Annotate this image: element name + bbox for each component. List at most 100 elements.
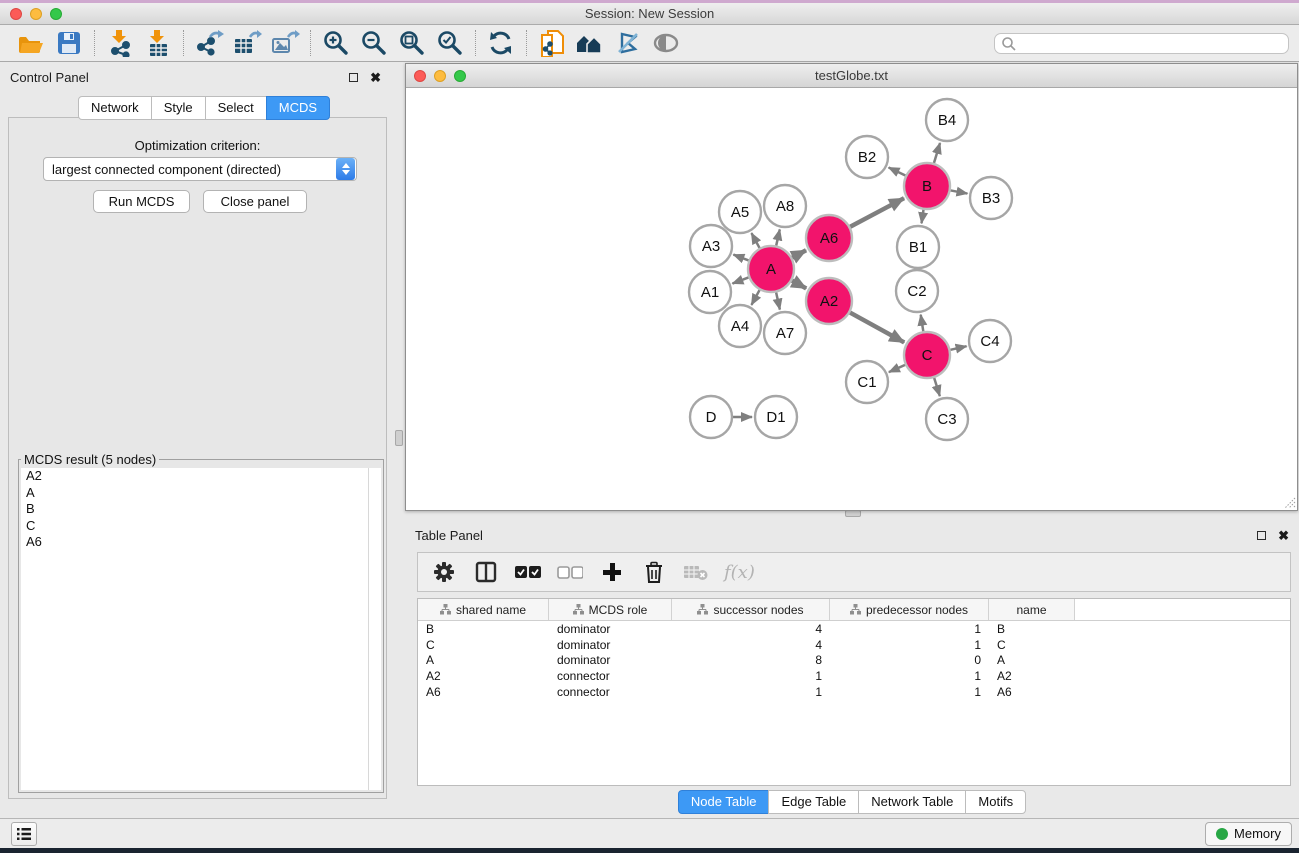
add-column-button[interactable] xyxy=(598,558,626,586)
graph-node-A6[interactable]: A6 xyxy=(806,215,852,261)
select-all-columns-button[interactable] xyxy=(514,558,542,586)
zoom-in-button[interactable] xyxy=(317,27,355,59)
graph-node-D1[interactable]: D1 xyxy=(755,396,797,438)
table-row[interactable]: A2connector11A2 xyxy=(418,668,1290,684)
resize-grip-icon[interactable] xyxy=(1284,497,1296,509)
tab-edge-table[interactable]: Edge Table xyxy=(768,790,859,814)
graph-node-B4[interactable]: B4 xyxy=(926,99,968,141)
graph-node-C[interactable]: C xyxy=(904,332,950,378)
tab-motifs[interactable]: Motifs xyxy=(965,790,1026,814)
hide-selected-button[interactable] xyxy=(609,27,647,59)
tab-node-table[interactable]: Node Table xyxy=(678,790,770,814)
close-table-panel-icon[interactable]: ✖ xyxy=(1278,531,1289,540)
export-table-button[interactable] xyxy=(228,27,266,59)
delete-table-button[interactable] xyxy=(682,558,710,586)
graph-edge-B-B3[interactable] xyxy=(951,190,968,193)
close-panel-icon[interactable]: ✖ xyxy=(370,73,381,82)
graph-edge-A-A5[interactable] xyxy=(751,233,759,248)
graph-node-B2[interactable]: B2 xyxy=(846,136,888,178)
float-table-panel-icon[interactable] xyxy=(1257,531,1266,540)
graph-node-A[interactable]: A xyxy=(748,246,794,292)
graph-edge-A2-C[interactable] xyxy=(850,313,904,343)
function-builder-button[interactable]: f(x) xyxy=(724,558,755,586)
graph-node-C1[interactable]: C1 xyxy=(846,361,888,403)
criterion-dropdown[interactable]: largest connected component (directed) xyxy=(43,157,357,181)
graph-node-C2[interactable]: C2 xyxy=(896,270,938,312)
column-header-shared-name[interactable]: shared name xyxy=(418,599,549,620)
import-network-button[interactable] xyxy=(101,27,139,59)
mcds-result-item[interactable]: B xyxy=(21,501,381,518)
tab-select[interactable]: Select xyxy=(205,96,267,120)
graph-node-B[interactable]: B xyxy=(904,163,950,209)
tab-mcds[interactable]: MCDS xyxy=(266,96,330,120)
mcds-result-item[interactable]: A2 xyxy=(21,468,381,485)
graph-edge-B-B2[interactable] xyxy=(889,167,906,175)
graph-edge-A6-B[interactable] xyxy=(850,198,904,227)
graph-edge-A-A3[interactable] xyxy=(733,255,748,261)
graph-edge-C-C3[interactable] xyxy=(934,378,940,396)
column-header-name[interactable]: name xyxy=(989,599,1075,620)
graph-node-B3[interactable]: B3 xyxy=(970,177,1012,219)
table-row[interactable]: Bdominator41B xyxy=(418,621,1290,637)
table-settings-button[interactable] xyxy=(430,558,458,586)
graph-node-A3[interactable]: A3 xyxy=(690,225,732,267)
deselect-all-columns-button[interactable] xyxy=(556,558,584,586)
zoom-out-button[interactable] xyxy=(355,27,393,59)
float-panel-icon[interactable] xyxy=(349,73,358,82)
graph-edge-B-B1[interactable] xyxy=(922,210,924,224)
graph-edge-B-B4[interactable] xyxy=(934,143,940,163)
tab-network[interactable]: Network xyxy=(78,96,152,120)
export-network-button[interactable] xyxy=(190,27,228,59)
column-header-predecessor-nodes[interactable]: predecessor nodes xyxy=(830,599,989,620)
close-panel-button[interactable]: Close panel xyxy=(203,190,307,213)
graph-node-C4[interactable]: C4 xyxy=(969,320,1011,362)
graph-node-A7[interactable]: A7 xyxy=(764,312,806,354)
graph-edge-C-C1[interactable] xyxy=(889,365,905,372)
tab-style[interactable]: Style xyxy=(151,96,206,120)
graph-node-A5[interactable]: A5 xyxy=(719,191,761,233)
list-scrollbar[interactable] xyxy=(368,468,381,790)
graph-edge-A-A7[interactable] xyxy=(776,292,780,309)
network-canvas[interactable]: B4 B2 B B3 A8A5 A6 A3 B1 A C2 A1 A2 A4A7 C4 C C1 D D1 C3 xyxy=(406,88,1297,510)
table-row[interactable]: Adominator80A xyxy=(418,653,1290,669)
graph-edge-A-A2[interactable] xyxy=(792,281,806,289)
graph-edge-C-C4[interactable] xyxy=(950,346,966,350)
graph-edge-C-C2[interactable] xyxy=(921,315,924,332)
search-input[interactable] xyxy=(1017,37,1288,51)
graph-node-C3[interactable]: C3 xyxy=(926,398,968,440)
table-row[interactable]: Cdominator41C xyxy=(418,637,1290,653)
first-neighbors-button[interactable] xyxy=(571,27,609,59)
graph-node-A8[interactable]: A8 xyxy=(764,185,806,227)
mcds-result-item[interactable]: A xyxy=(21,485,381,502)
vertical-splitter-handle[interactable] xyxy=(395,430,403,446)
horizontal-splitter-handle[interactable] xyxy=(845,510,861,517)
toggle-panel-columns-button[interactable] xyxy=(472,558,500,586)
show-all-button[interactable] xyxy=(647,27,685,59)
tab-network-table[interactable]: Network Table xyxy=(858,790,966,814)
graph-edge-A-A1[interactable] xyxy=(732,277,748,283)
graph-edge-A-A4[interactable] xyxy=(751,290,759,305)
import-table-button[interactable] xyxy=(139,27,177,59)
graph-node-A1[interactable]: A1 xyxy=(689,271,731,313)
table-row[interactable]: A6connector11A6 xyxy=(418,684,1290,700)
graph-node-B1[interactable]: B1 xyxy=(897,226,939,268)
mcds-result-item[interactable]: A6 xyxy=(21,534,381,551)
refresh-layout-button[interactable] xyxy=(482,27,520,59)
column-header-successor-nodes[interactable]: successor nodes xyxy=(672,599,830,620)
graph-edge-A-A8[interactable] xyxy=(776,229,780,245)
mcds-result-item[interactable]: C xyxy=(21,518,381,535)
delete-columns-button[interactable] xyxy=(640,558,668,586)
column-header-MCDS-role[interactable]: MCDS role xyxy=(549,599,672,620)
run-mcds-button[interactable]: Run MCDS xyxy=(93,190,190,213)
graph-edge-A-A6[interactable] xyxy=(792,250,806,257)
graph-node-A2[interactable]: A2 xyxy=(806,278,852,324)
save-session-button[interactable] xyxy=(50,27,88,59)
task-history-button[interactable] xyxy=(11,822,37,846)
graph-node-A4[interactable]: A4 xyxy=(719,305,761,347)
open-session-button[interactable] xyxy=(12,27,50,59)
export-image-button[interactable] xyxy=(266,27,304,59)
memory-button[interactable]: Memory xyxy=(1205,822,1292,846)
zoom-selected-button[interactable] xyxy=(431,27,469,59)
graph-node-D[interactable]: D xyxy=(690,396,732,438)
toolbar-search[interactable] xyxy=(994,33,1289,54)
